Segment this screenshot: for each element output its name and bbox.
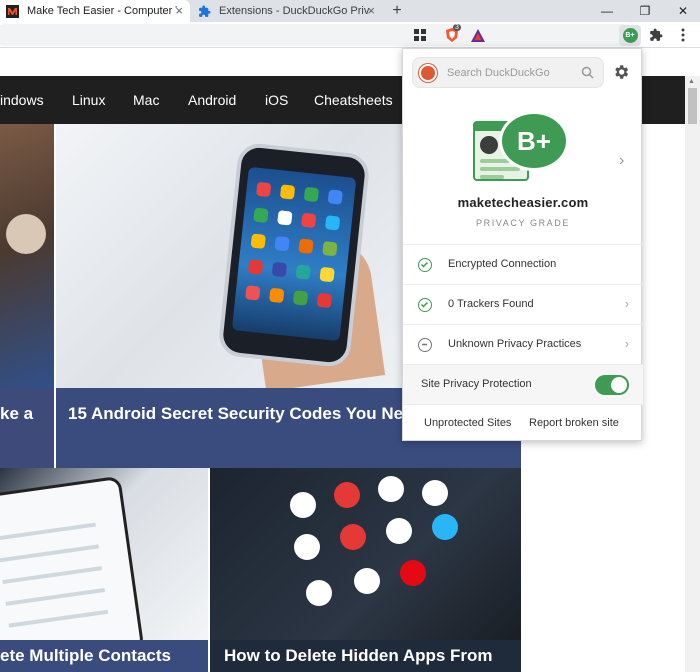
phone-illustration <box>221 146 367 364</box>
duckduckgo-logo-icon <box>419 64 437 82</box>
article-photo-detail <box>6 214 46 254</box>
encrypted-connection-row[interactable]: Encrypted Connection <box>403 244 643 284</box>
brave-badge: 3 <box>453 24 461 31</box>
nav-item-android[interactable]: Android <box>188 92 236 108</box>
trackers-row[interactable]: 0 Trackers Found › <box>403 284 643 324</box>
nav-item-ios[interactable]: iOS <box>265 92 288 108</box>
article-image[interactable] <box>0 124 54 388</box>
article-title[interactable]: ke a <box>0 404 33 424</box>
tab-title: Make Tech Easier - Computer Tuto <box>27 5 177 17</box>
tab-make-tech-easier[interactable]: Make Tech Easier - Computer Tuto × <box>0 0 190 22</box>
nav-item-windows[interactable]: indows <box>0 92 44 108</box>
article-card[interactable]: How to Delete Hidden Apps From <box>210 640 521 672</box>
puzzle-icon[interactable] <box>647 26 665 44</box>
article-image[interactable] <box>210 468 521 640</box>
close-tab-icon[interactable]: × <box>367 3 375 18</box>
minimize-button[interactable]: — <box>590 0 624 22</box>
row-label: Unknown Privacy Practices <box>448 338 582 350</box>
chevron-right-icon[interactable]: › <box>619 152 624 170</box>
chevron-right-icon: › <box>624 336 629 351</box>
close-tab-icon[interactable]: × <box>175 3 183 18</box>
article-card[interactable]: ete Multiple Contacts <box>0 640 208 672</box>
check-icon <box>418 258 432 272</box>
tab-title: Extensions - DuckDuckGo Privacy Esse <box>219 5 369 17</box>
article-title[interactable]: How to Delete Hidden Apps From <box>224 646 493 666</box>
kebab-menu-icon[interactable] <box>674 26 692 44</box>
new-tab-button[interactable]: + <box>388 0 406 22</box>
check-icon <box>418 298 432 312</box>
site-privacy-protection-row: Site Privacy Protection <box>403 364 643 404</box>
unprotected-sites-link[interactable]: Unprotected Sites <box>424 417 511 429</box>
nav-item-cheatsheets[interactable]: Cheatsheets <box>314 92 393 108</box>
tab-extensions[interactable]: Extensions - DuckDuckGo Privacy Esse × <box>192 0 382 22</box>
site-domain: maketecheasier.com <box>457 195 589 210</box>
article-image[interactable] <box>0 468 208 640</box>
nav-item-linux[interactable]: Linux <box>72 92 105 108</box>
article-card[interactable]: ke a <box>0 388 54 468</box>
row-label: 0 Trackers Found <box>448 298 534 310</box>
browser-toolbar: 3 <box>0 22 700 48</box>
chevron-right-icon: › <box>624 296 629 311</box>
address-bar[interactable] <box>0 24 634 46</box>
mte-logo-icon <box>6 4 19 18</box>
scrollbar-thumb[interactable] <box>688 88 697 124</box>
puzzle-icon <box>198 5 211 18</box>
ddg-search-box[interactable] <box>412 57 604 88</box>
privacy-grade-illustration: B+ <box>473 111 573 201</box>
privacy-protection-toggle[interactable] <box>595 375 629 395</box>
scroll-up-icon[interactable]: ▲ <box>688 78 695 85</box>
grid-extension-icon[interactable] <box>411 26 429 44</box>
maximize-button[interactable]: ❐ <box>628 0 662 22</box>
minus-circle-icon <box>418 338 432 352</box>
tab-strip: Make Tech Easier - Computer Tuto × Exten… <box>0 0 700 22</box>
nav-item-mac[interactable]: Mac <box>133 92 159 108</box>
ddg-badge: B+ <box>622 28 638 43</box>
duckduckgo-privacy-popup: B+ › maketecheasier.com PRIVACY GRADE En… <box>402 48 643 442</box>
privacy-practices-row[interactable]: Unknown Privacy Practices › <box>403 324 643 364</box>
protection-label: Site Privacy Protection <box>421 378 532 390</box>
brave-shield-icon[interactable]: 3 <box>443 24 461 44</box>
grade-badge: B+ <box>499 111 569 171</box>
article-title[interactable]: ete Multiple Contacts <box>0 646 171 666</box>
close-window-button[interactable]: ✕ <box>666 0 700 22</box>
ddg-search-input[interactable] <box>447 65 577 81</box>
phone-screen <box>231 166 357 342</box>
toggle-knob <box>611 377 627 393</box>
phone-contacts-illustration <box>0 479 142 640</box>
page-scrollbar[interactable]: ▲ <box>685 76 700 672</box>
report-broken-site-link[interactable]: Report broken site <box>529 417 619 429</box>
avatar-icon <box>480 136 498 154</box>
privacy-grade-label: PRIVACY GRADE <box>476 218 570 228</box>
row-label: Encrypted Connection <box>448 258 557 270</box>
search-icon[interactable] <box>581 66 594 82</box>
triangle-extension-icon[interactable] <box>469 26 487 44</box>
gear-icon[interactable] <box>612 63 630 84</box>
article-image[interactable] <box>56 124 402 388</box>
popup-footer: Unprotected Sites Report broken site <box>403 404 643 442</box>
duckduckgo-grade-icon[interactable]: B+ <box>619 25 641 46</box>
article-title[interactable]: 15 Android Secret Security Codes You Nee <box>68 404 413 424</box>
